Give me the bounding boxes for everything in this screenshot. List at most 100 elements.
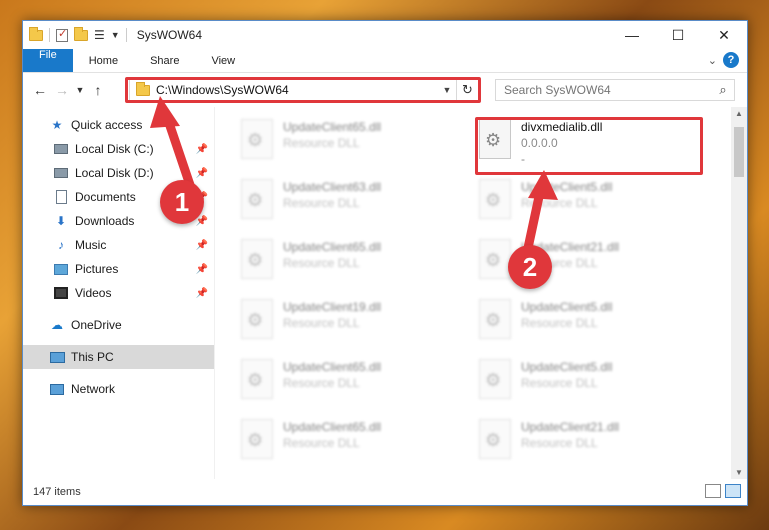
sidebar-item-label: This PC bbox=[71, 350, 114, 364]
expand-ribbon-icon[interactable]: ⌄ bbox=[708, 54, 717, 67]
file-type: Resource DLL bbox=[283, 376, 360, 390]
scroll-up-icon[interactable]: ▲ bbox=[731, 109, 747, 118]
recent-locations-chevron-icon[interactable]: ▼ bbox=[73, 85, 87, 95]
disk-icon bbox=[53, 166, 69, 180]
file-name: UpdateClient5.dll bbox=[521, 300, 613, 314]
chevron-down-icon[interactable]: ▼ bbox=[111, 28, 120, 42]
dll-file-icon: ⚙ bbox=[479, 359, 511, 399]
sidebar-item-label: Local Disk (C:) bbox=[75, 142, 154, 156]
sidebar-item-local-disk-c[interactable]: Local Disk (C:) 📌 bbox=[23, 137, 214, 161]
tab-share[interactable]: Share bbox=[134, 49, 195, 72]
file-type: Resource DLL bbox=[283, 436, 360, 450]
vertical-scrollbar[interactable]: ▲ ▼ bbox=[731, 107, 747, 479]
file-explorer-window: ☰ ▼ SysWOW64 — ☐ ✕ File Home Share View … bbox=[22, 20, 748, 506]
downloads-icon: ⬇ bbox=[55, 214, 67, 228]
sidebar-item-quick-access[interactable]: ★ Quick access bbox=[23, 113, 214, 137]
pin-icon[interactable]: 📌 bbox=[196, 144, 208, 155]
file-name: UpdateClient65.dll bbox=[283, 420, 382, 434]
file-item[interactable]: ⚙ UpdateClient65.dll Resource DLL bbox=[241, 411, 479, 471]
pin-icon[interactable]: 📌 bbox=[196, 264, 208, 275]
large-icons-view-icon[interactable] bbox=[725, 484, 741, 498]
file-type: Resource DLL bbox=[521, 376, 598, 390]
file-item[interactable]: ⚙ UpdateClient65.dll Resource DLL bbox=[241, 111, 479, 171]
pin-icon[interactable]: 📌 bbox=[196, 168, 208, 179]
this-pc-icon bbox=[49, 350, 65, 364]
dll-file-icon: ⚙ bbox=[479, 179, 511, 219]
tab-view[interactable]: View bbox=[195, 49, 251, 72]
sidebar-item-label: Documents bbox=[75, 190, 136, 204]
file-item[interactable]: ⚙ UpdateClient5.dll Resource DLL bbox=[479, 351, 717, 411]
file-type: Resource DLL bbox=[521, 196, 598, 210]
file-type: Resource DLL bbox=[283, 256, 360, 270]
dll-file-icon: ⚙ bbox=[241, 359, 273, 399]
file-item[interactable]: ⚙ UpdateClient63.dll Resource DLL bbox=[241, 171, 479, 231]
sidebar-item-pictures[interactable]: Pictures 📌 bbox=[23, 257, 214, 281]
sidebar-item-videos[interactable]: Videos 📌 bbox=[23, 281, 214, 305]
scrollbar-thumb[interactable] bbox=[734, 127, 744, 177]
sidebar-item-onedrive[interactable]: ☁ OneDrive bbox=[23, 313, 214, 337]
step-badge-2: 2 bbox=[508, 245, 552, 289]
view-switcher bbox=[705, 484, 741, 498]
sidebar-item-label: Local Disk (D:) bbox=[75, 166, 154, 180]
search-box[interactable]: ⌕ bbox=[495, 79, 735, 101]
file-type: Resource DLL bbox=[283, 316, 360, 330]
file-name: UpdateClient63.dll bbox=[283, 180, 382, 194]
pin-icon[interactable]: 📌 bbox=[196, 288, 208, 299]
maximize-button[interactable]: ☐ bbox=[655, 21, 701, 49]
status-bar: 147 items bbox=[23, 479, 747, 505]
disk-icon bbox=[53, 142, 69, 156]
step-badge-1: 1 bbox=[160, 180, 204, 224]
star-icon: ★ bbox=[51, 118, 63, 132]
minimize-button[interactable]: — bbox=[609, 21, 655, 49]
forward-arrow-icon[interactable]: → bbox=[51, 82, 73, 98]
separator bbox=[49, 28, 50, 42]
up-arrow-icon[interactable]: ↑ bbox=[87, 82, 109, 98]
dll-file-icon: ⚙ bbox=[241, 239, 273, 279]
dll-file-icon: ⚙ bbox=[241, 419, 273, 459]
file-name: UpdateClient65.dll bbox=[283, 120, 382, 134]
sidebar-item-label: Pictures bbox=[75, 262, 119, 276]
sidebar-item-music[interactable]: ♪ Music 📌 bbox=[23, 233, 214, 257]
properties-check-icon[interactable] bbox=[56, 27, 68, 42]
sidebar-item-label: Videos bbox=[75, 286, 112, 300]
title-bar: ☰ ▼ SysWOW64 — ☐ ✕ bbox=[23, 21, 747, 49]
details-view-icon[interactable] bbox=[705, 484, 721, 498]
back-arrow-icon[interactable]: ← bbox=[29, 82, 51, 98]
annotation-highlight-address bbox=[125, 77, 481, 103]
new-folder-icon[interactable] bbox=[74, 26, 88, 41]
file-name: UpdateClient19.dll bbox=[283, 300, 382, 314]
dll-file-icon: ⚙ bbox=[479, 239, 511, 279]
file-item[interactable]: ⚙ UpdateClient21.dll Resource DLL bbox=[479, 411, 717, 471]
network-icon bbox=[49, 382, 65, 396]
dll-file-icon: ⚙ bbox=[241, 179, 273, 219]
close-button[interactable]: ✕ bbox=[701, 21, 747, 49]
dll-file-icon: ⚙ bbox=[241, 299, 273, 339]
window-title: SysWOW64 bbox=[136, 28, 203, 42]
file-type: Resource DLL bbox=[283, 136, 360, 150]
dll-file-icon: ⚙ bbox=[479, 299, 511, 339]
file-name: UpdateClient5.dll bbox=[521, 360, 613, 374]
file-name: UpdateClient5.dll bbox=[521, 180, 613, 194]
file-type: Resource DLL bbox=[521, 316, 598, 330]
file-item[interactable]: ⚙ UpdateClient65.dll Resource DLL bbox=[241, 231, 479, 291]
sidebar-item-this-pc[interactable]: This PC bbox=[23, 345, 214, 369]
file-item[interactable]: ⚙ UpdateClient65.dll Resource DLL bbox=[241, 351, 479, 411]
sidebar-item-network[interactable]: Network bbox=[23, 377, 214, 401]
file-type: Resource DLL bbox=[521, 436, 598, 450]
file-type: Resource DLL bbox=[283, 196, 360, 210]
scroll-down-icon[interactable]: ▼ bbox=[731, 468, 747, 477]
search-icon[interactable]: ⌕ bbox=[712, 82, 734, 98]
file-item[interactable]: ⚙ UpdateClient5.dll Resource DLL bbox=[479, 291, 717, 351]
pin-icon[interactable]: 📌 bbox=[196, 240, 208, 251]
sidebar-item-label: Quick access bbox=[71, 118, 143, 132]
tab-home[interactable]: Home bbox=[73, 49, 134, 72]
file-item[interactable]: ⚙ UpdateClient19.dll Resource DLL bbox=[241, 291, 479, 351]
music-icon: ♪ bbox=[58, 238, 64, 252]
customize-toolbar-icon[interactable]: ☰ bbox=[94, 28, 105, 42]
file-item[interactable]: ⚙ UpdateClient5.dll Resource DLL bbox=[479, 171, 717, 231]
navigation-pane: ★ Quick access Local Disk (C:) 📌 Local D… bbox=[23, 107, 215, 479]
tab-file[interactable]: File bbox=[23, 49, 73, 72]
sidebar-item-label: Network bbox=[71, 382, 116, 396]
help-icon[interactable]: ? bbox=[723, 52, 739, 68]
search-input[interactable] bbox=[504, 83, 712, 97]
